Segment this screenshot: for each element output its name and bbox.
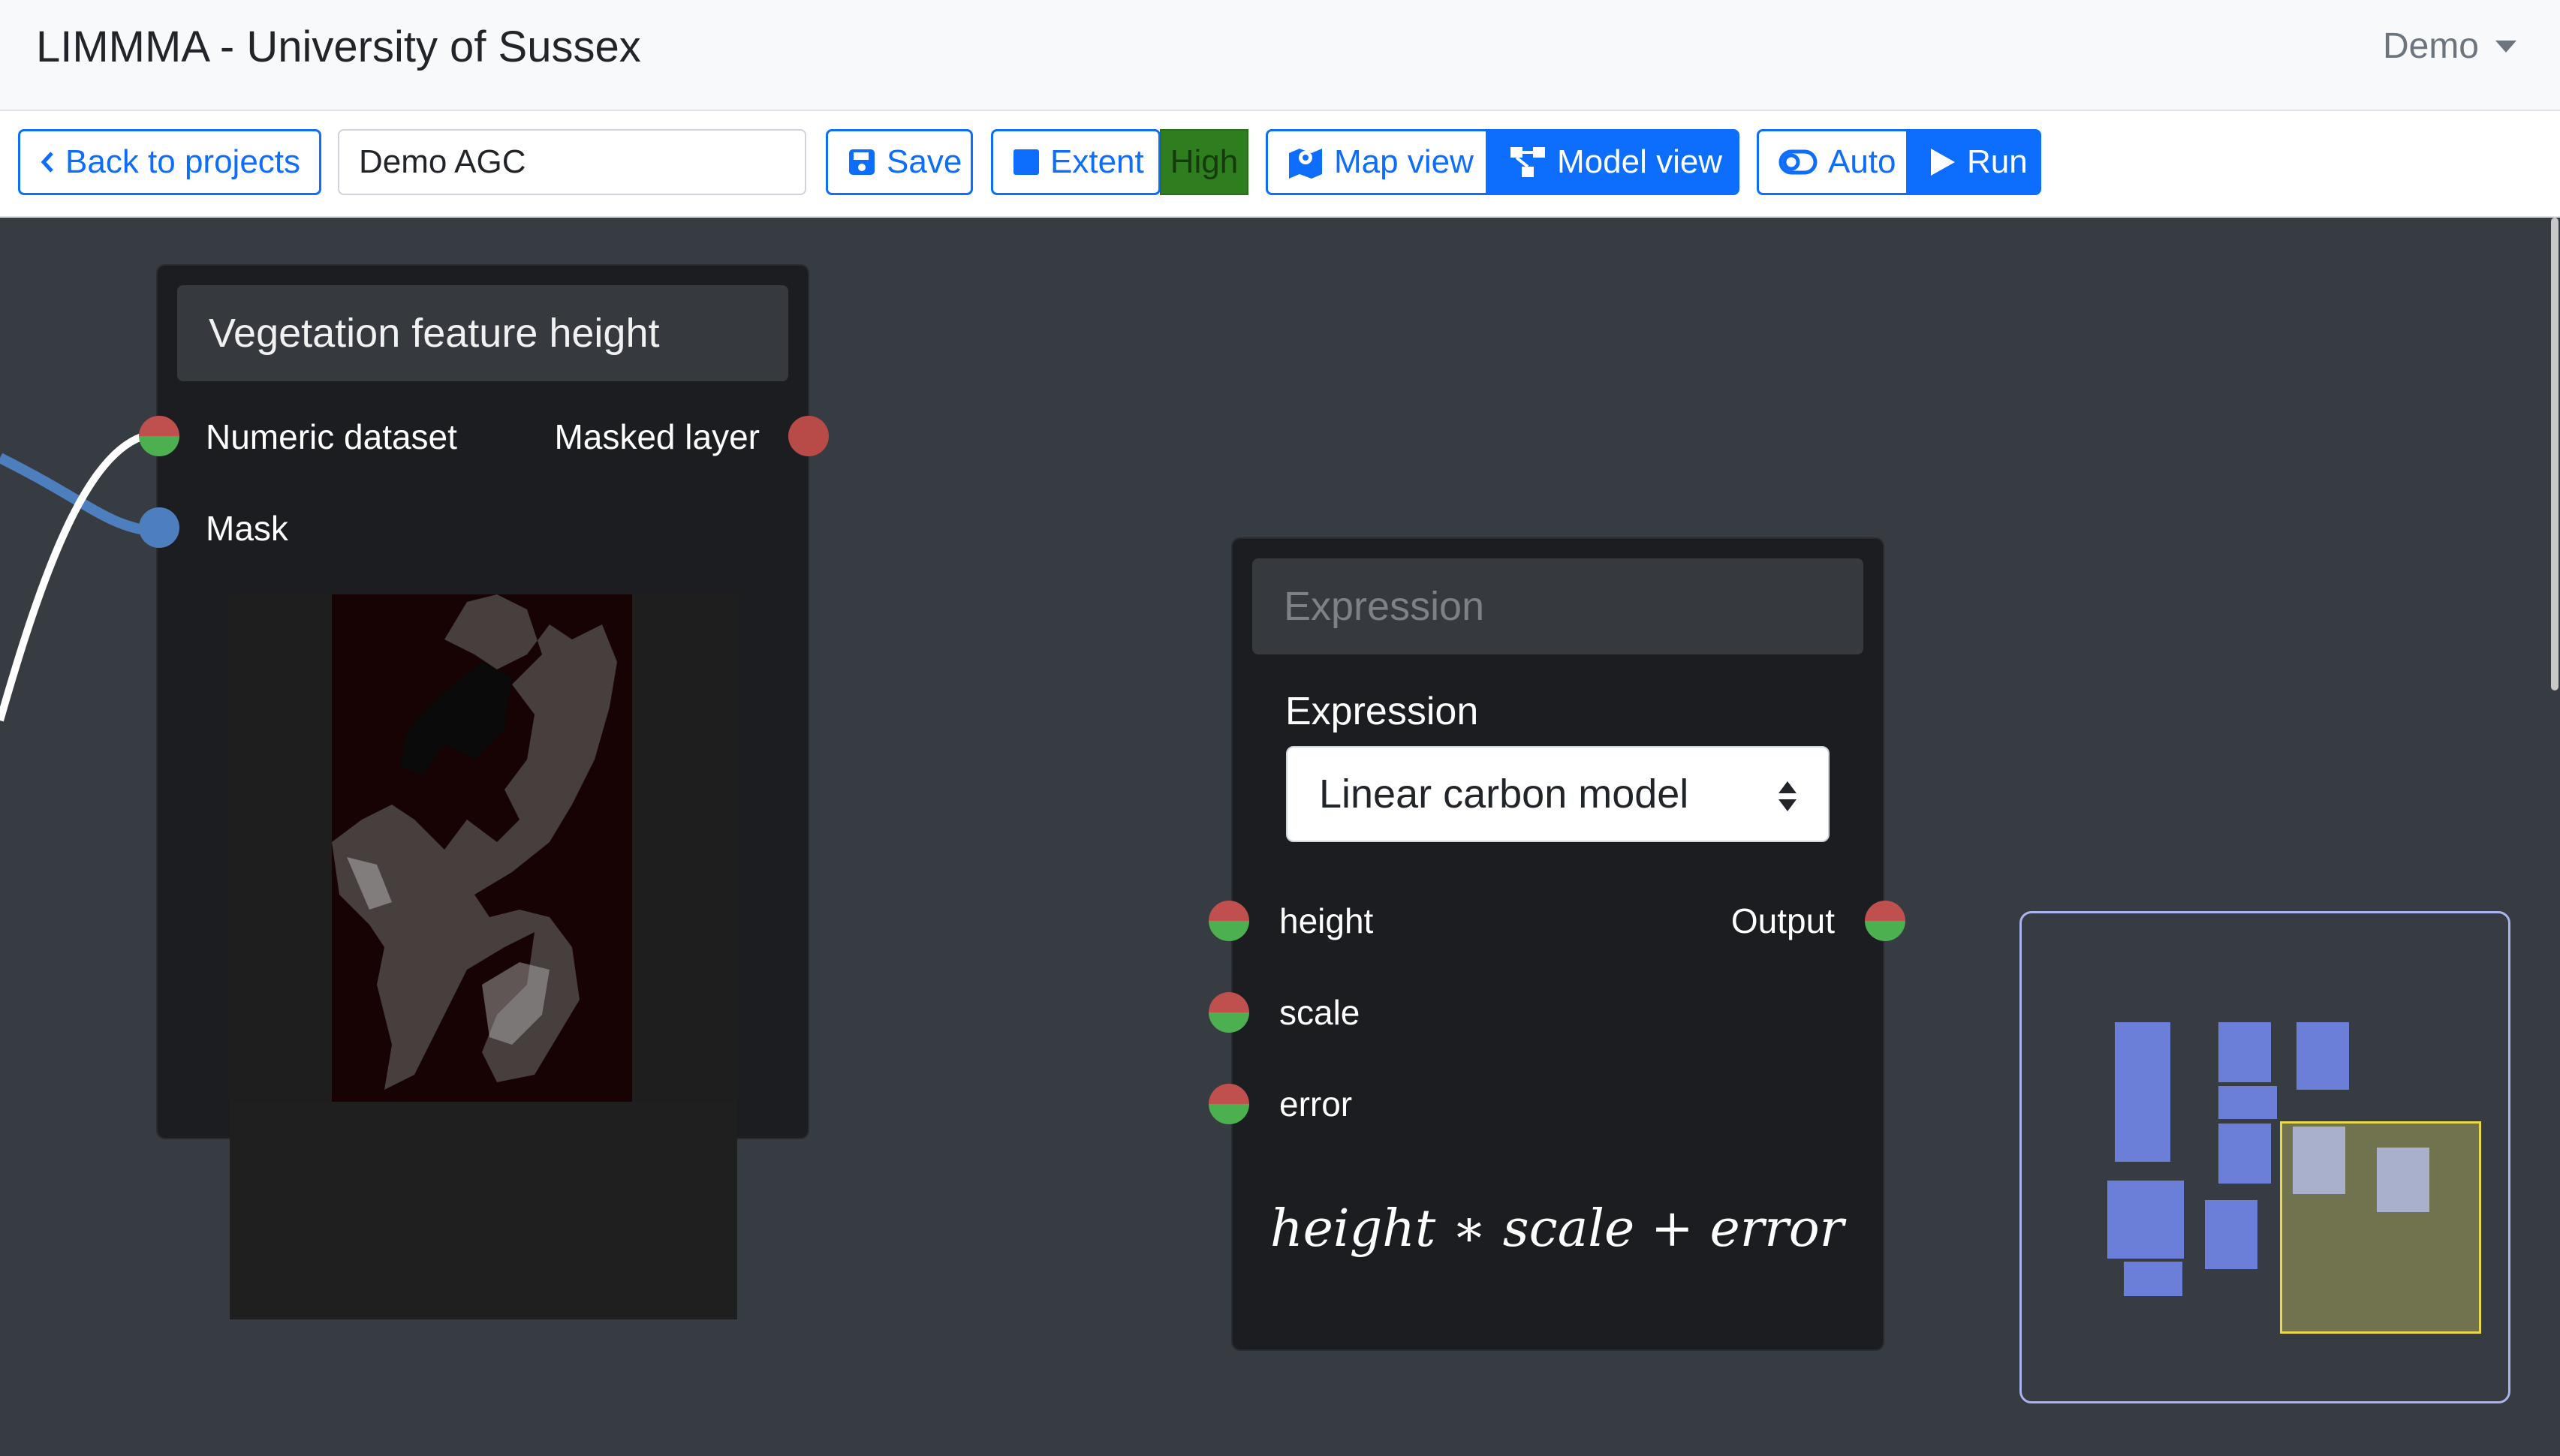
save-button[interactable]: Save — [826, 129, 973, 195]
select-arrows-icon — [1777, 776, 1798, 823]
mask-input-port[interactable] — [139, 507, 179, 548]
map-view-button[interactable]: Map view — [1266, 129, 1488, 195]
floppy-disk-icon — [848, 148, 876, 176]
play-icon — [1929, 147, 1956, 177]
dataset-connection-wire — [0, 430, 154, 722]
numeric-dataset-input-port[interactable] — [139, 416, 179, 456]
extent-button[interactable]: Extent — [991, 129, 1161, 195]
minimap-node — [2107, 1181, 2184, 1259]
output-label: Output — [1730, 901, 1835, 940]
model-view-button[interactable]: Model view — [1487, 129, 1739, 195]
mask-connection-wire — [0, 453, 154, 537]
expression-field-label: Expression — [1285, 690, 1479, 733]
toggle-icon — [1778, 149, 1818, 175]
model-canvas[interactable]: Vegetation feature height Numeric datase… — [0, 218, 2560, 1456]
expression-select[interactable]: Linear carbon model — [1286, 746, 1830, 842]
minimap[interactable] — [2019, 911, 2510, 1403]
minimap-node — [2218, 1022, 2271, 1082]
minimap-node — [2115, 1022, 2170, 1162]
map-view-label: Map view — [1334, 143, 1474, 180]
minimap-node — [2124, 1262, 2182, 1296]
error-input-port[interactable] — [1209, 1084, 1249, 1124]
height-input-port[interactable] — [1209, 901, 1249, 941]
scale-input-port[interactable] — [1209, 992, 1249, 1033]
minimap-viewport[interactable] — [2280, 1121, 2481, 1334]
chevron-left-icon — [40, 151, 55, 173]
app-title: LIMMMA - University of Sussex — [36, 23, 641, 71]
expression-title-input[interactable]: Expression — [1252, 558, 1863, 654]
vegetation-raster-shape — [332, 594, 617, 1090]
top-navbar: LIMMMA - University of Sussex Demo — [0, 0, 2560, 111]
extent-button-label: Extent — [1050, 143, 1144, 180]
save-button-label: Save — [887, 143, 962, 180]
minimap-node — [2377, 1148, 2429, 1212]
minimap-node — [2296, 1022, 2349, 1090]
numeric-dataset-label: Numeric dataset — [206, 417, 457, 456]
mask-label: Mask — [206, 509, 288, 548]
scale-label: scale — [1279, 993, 1360, 1032]
node-title: Vegetation feature height — [177, 285, 788, 381]
user-menu-label: Demo — [2382, 26, 2479, 66]
minimap-node — [2293, 1127, 2345, 1194]
map-icon — [1288, 146, 1324, 179]
project-name-input[interactable] — [338, 129, 806, 195]
back-button-label: Back to projects — [65, 143, 301, 180]
expression-select-value: Linear carbon model — [1319, 772, 1689, 817]
minimap-node — [2218, 1124, 2271, 1184]
run-button[interactable]: Run — [1908, 129, 2041, 195]
raster-preview — [230, 594, 737, 1102]
resolution-badge: High — [1160, 129, 1248, 195]
expression-formula: height ∗ scale + error — [1269, 1199, 1845, 1259]
minimap-node — [2218, 1086, 2277, 1119]
auto-toggle-button[interactable]: Auto — [1757, 129, 1908, 195]
error-label: error — [1279, 1084, 1353, 1124]
caret-down-icon — [2495, 41, 2516, 53]
masked-layer-output-port[interactable] — [788, 416, 829, 456]
minimap-node — [2205, 1200, 2257, 1269]
vertical-scrollbar[interactable] — [2551, 218, 2558, 690]
output-port[interactable] — [1865, 901, 1905, 941]
masked-layer-label: Masked layer — [554, 417, 760, 456]
back-to-projects-button[interactable]: Back to projects — [18, 129, 321, 195]
model-view-label: Model view — [1557, 143, 1723, 180]
run-label: Run — [1967, 143, 2028, 180]
user-menu-dropdown[interactable]: Demo — [2383, 23, 2516, 71]
raster-extent — [332, 594, 632, 1102]
square-icon — [1013, 149, 1040, 176]
height-label: height — [1279, 901, 1374, 940]
auto-label: Auto — [1828, 143, 1896, 180]
diagram-icon — [1509, 146, 1547, 179]
toolbar: Back to projects Save Extent High Map vi… — [0, 111, 2560, 218]
